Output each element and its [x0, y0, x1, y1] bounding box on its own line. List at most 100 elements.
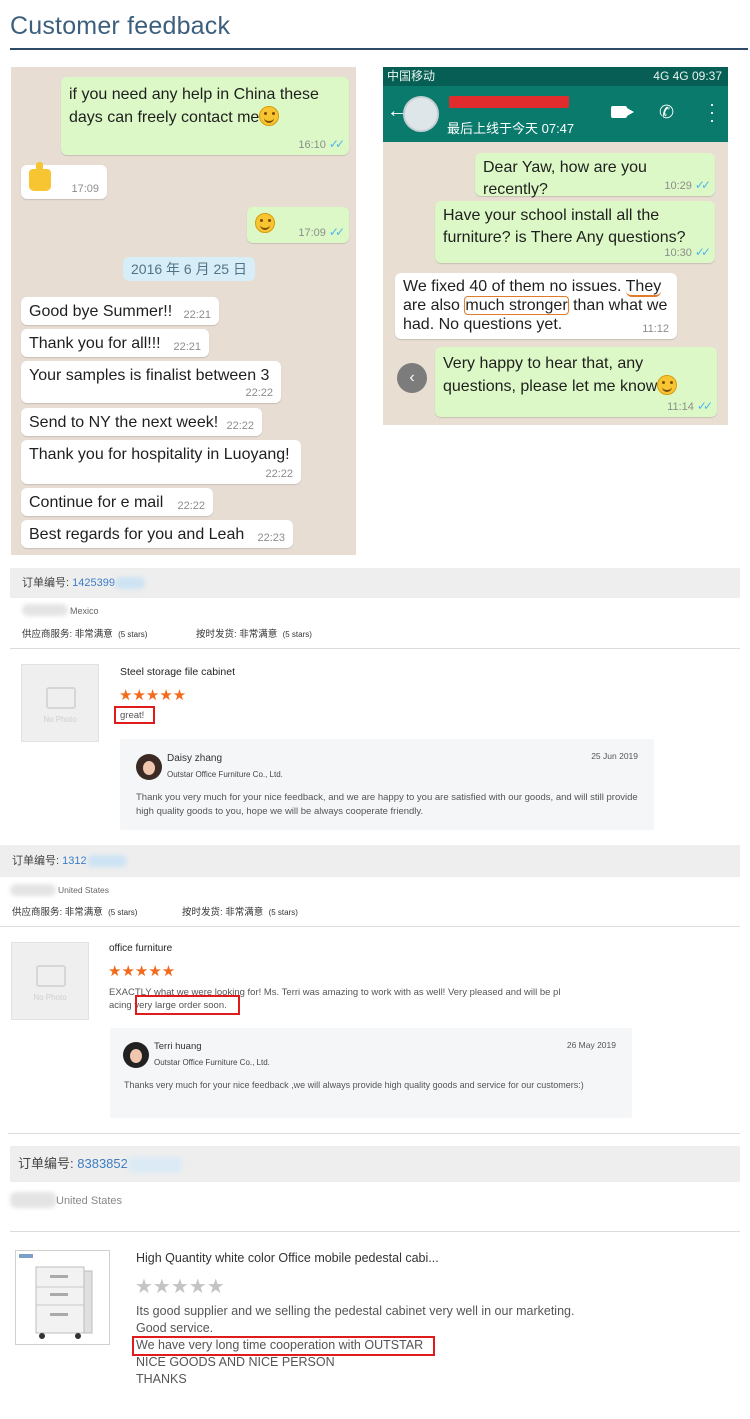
chat-bubble-incoming: Send to NY the next week! 22:22 [21, 408, 262, 436]
divider [8, 1133, 740, 1134]
double-check-icon: ✓✓ [696, 399, 713, 413]
chat-bubble-incoming: We fixed 40 of them no issues. They are … [395, 273, 677, 339]
product-photo-placeholder: No Photo [11, 942, 89, 1020]
buyer-country: United States [56, 1195, 123, 1207]
double-check-icon: ✓✓ [694, 245, 711, 259]
divider [10, 1231, 740, 1232]
message-time: 22:22 [265, 468, 293, 480]
review-text: Good service. [136, 1321, 214, 1335]
seller-name: Daisy zhang [167, 753, 223, 764]
message-text: Good bye Summer!! [29, 303, 173, 320]
chat-bubble-incoming: Best regards for you and Leah 22:23 [21, 520, 293, 548]
message-time: 11:14 [667, 401, 694, 413]
order-label: 订单编号: [12, 855, 60, 867]
divider [0, 926, 740, 927]
smile-emoji-icon [255, 213, 275, 233]
message-text: Thank you for all!!! [29, 335, 161, 352]
review-text: NICE GOODS AND NICE PERSON [136, 1355, 335, 1369]
reply-text: Thank you very much for your nice feedba… [136, 792, 638, 817]
rating-label: 按时发货: 非常满意 [182, 907, 264, 918]
highlight-box [132, 1336, 435, 1356]
more-options-icon[interactable]: · · · [709, 95, 715, 129]
blurred-text [86, 855, 127, 868]
message-text: Send to NY the next week! [29, 414, 219, 431]
seller-company: Outstar Office Furniture Co., Ltd. [167, 770, 283, 779]
message-time: 22:22 [177, 500, 205, 512]
double-check-icon: ✓✓ [328, 225, 345, 239]
review-text: great! [120, 710, 145, 721]
thumbs-up-emoji-icon [29, 162, 51, 191]
order-number[interactable]: 8383852 [77, 1156, 128, 1171]
product-photo [15, 1250, 110, 1345]
message-text: Thank you for hospitality in Luoyang! [29, 446, 290, 463]
chat-screenshot-2: 中国移动 4G 4G 09:37 ← 最后上线于今天 07:47 ✆ · · · D… [383, 67, 728, 425]
service-rating: 供应商服务: 非常满意 (5 stars) [22, 626, 147, 640]
rating-label: 供应商服务: 非常满意 [12, 907, 103, 918]
message-text: We fixed 40 of them no issues. [403, 278, 626, 295]
last-seen-text: 最后上线于今天 07:47 [447, 121, 575, 136]
blurred-text [127, 1156, 182, 1173]
image-icon [36, 965, 66, 987]
product-name[interactable]: Steel storage file cabinet [120, 666, 235, 678]
video-call-icon[interactable] [611, 106, 634, 118]
redacted-contact-name [449, 96, 569, 108]
pedestal-cabinet-image [19, 1254, 93, 1339]
chat-bubble-incoming: 17:09 [21, 162, 107, 199]
message-time: 10:29 [664, 180, 692, 192]
order-number[interactable]: 1312 [62, 855, 86, 867]
circled-text: much stronger [464, 296, 569, 315]
review-text: THANKS [136, 1372, 187, 1386]
chat-bubble-incoming: Your samples is finalist between 3 22:22 [21, 361, 281, 403]
message-text: Very happy to hear that, any questions, … [443, 355, 658, 395]
product-name[interactable]: High Quantity white color Office mobile … [136, 1251, 439, 1265]
seller-reply: Terri huang Outstar Office Furniture Co.… [110, 1028, 632, 1118]
service-rating: 供应商服务: 非常满意 (5 stars) [12, 904, 137, 918]
reply-text: Thanks very much for your nice feedback … [124, 1080, 584, 1090]
highlight-box [135, 995, 240, 1015]
star-rating: ★★★★★ [108, 963, 176, 980]
star-rating: ★★★★★ [119, 687, 187, 704]
chat-bubble-outgoing: if you need any help in China these days… [61, 77, 349, 155]
star-rating: ★★★★★ [135, 1276, 225, 1298]
underlined-text: They [625, 278, 662, 297]
rating-value: (5 stars) [268, 908, 298, 917]
chat-bubble-outgoing: Dear Yaw, how are you recently? 10:29 ✓✓ [475, 153, 715, 198]
title-divider [10, 48, 748, 50]
chat-bubble-incoming: Thank you for hospitality in Luoyang! 22:… [21, 440, 301, 484]
no-photo-label: No Photo [43, 715, 77, 724]
review-text: Its good supplier and we selling the ped… [136, 1304, 575, 1318]
previous-arrow-icon[interactable]: ‹ [397, 363, 427, 393]
rating-value: (5 stars) [108, 908, 138, 917]
phone-status-bar: 中国移动 4G 4G 09:37 [383, 67, 728, 86]
message-time: 22:23 [257, 532, 285, 544]
phone-call-icon[interactable]: ✆ [659, 102, 674, 123]
message-time: 17:09 [71, 183, 99, 195]
message-time: 22:22 [226, 420, 254, 432]
review-text: acing [109, 1000, 135, 1011]
shipping-rating: 按时发货: 非常满意 (5 stars) [196, 626, 312, 640]
blurred-text [114, 577, 145, 590]
message-text: Continue for e mail [29, 494, 164, 511]
product-name[interactable]: office furniture [109, 943, 172, 954]
order-number[interactable]: 1425399 [72, 577, 115, 589]
smile-emoji-icon [259, 106, 280, 126]
reply-date: 25 Jun 2019 [591, 751, 638, 761]
carrier-name: 中国移动 [387, 69, 436, 83]
smile-emoji-icon [657, 375, 678, 395]
seller-avatar [123, 1042, 149, 1068]
product-photo-placeholder: No Photo [21, 664, 99, 742]
blurred-buyer-name [10, 1192, 56, 1208]
double-check-icon: ✓✓ [328, 137, 345, 151]
message-time: 22:21 [183, 309, 211, 321]
message-time: 22:21 [173, 341, 201, 353]
message-text: are also [403, 297, 465, 314]
chat-app-bar: ← 最后上线于今天 07:47 ✆ · · · [383, 86, 728, 142]
seller-reply: Daisy zhang Outstar Office Furniture Co.… [120, 739, 654, 830]
chat-bubble-outgoing: 17:09 ✓✓ [247, 207, 349, 243]
divider [10, 648, 740, 649]
contact-avatar[interactable] [403, 96, 439, 132]
shipping-rating: 按时发货: 非常满意 (5 stars) [182, 904, 298, 918]
status-clock: 4G 4G 09:37 [653, 69, 722, 83]
date-chip: 2016 年 6 月 25 日 [123, 257, 255, 281]
rating-label: 按时发货: 非常满意 [196, 629, 278, 640]
